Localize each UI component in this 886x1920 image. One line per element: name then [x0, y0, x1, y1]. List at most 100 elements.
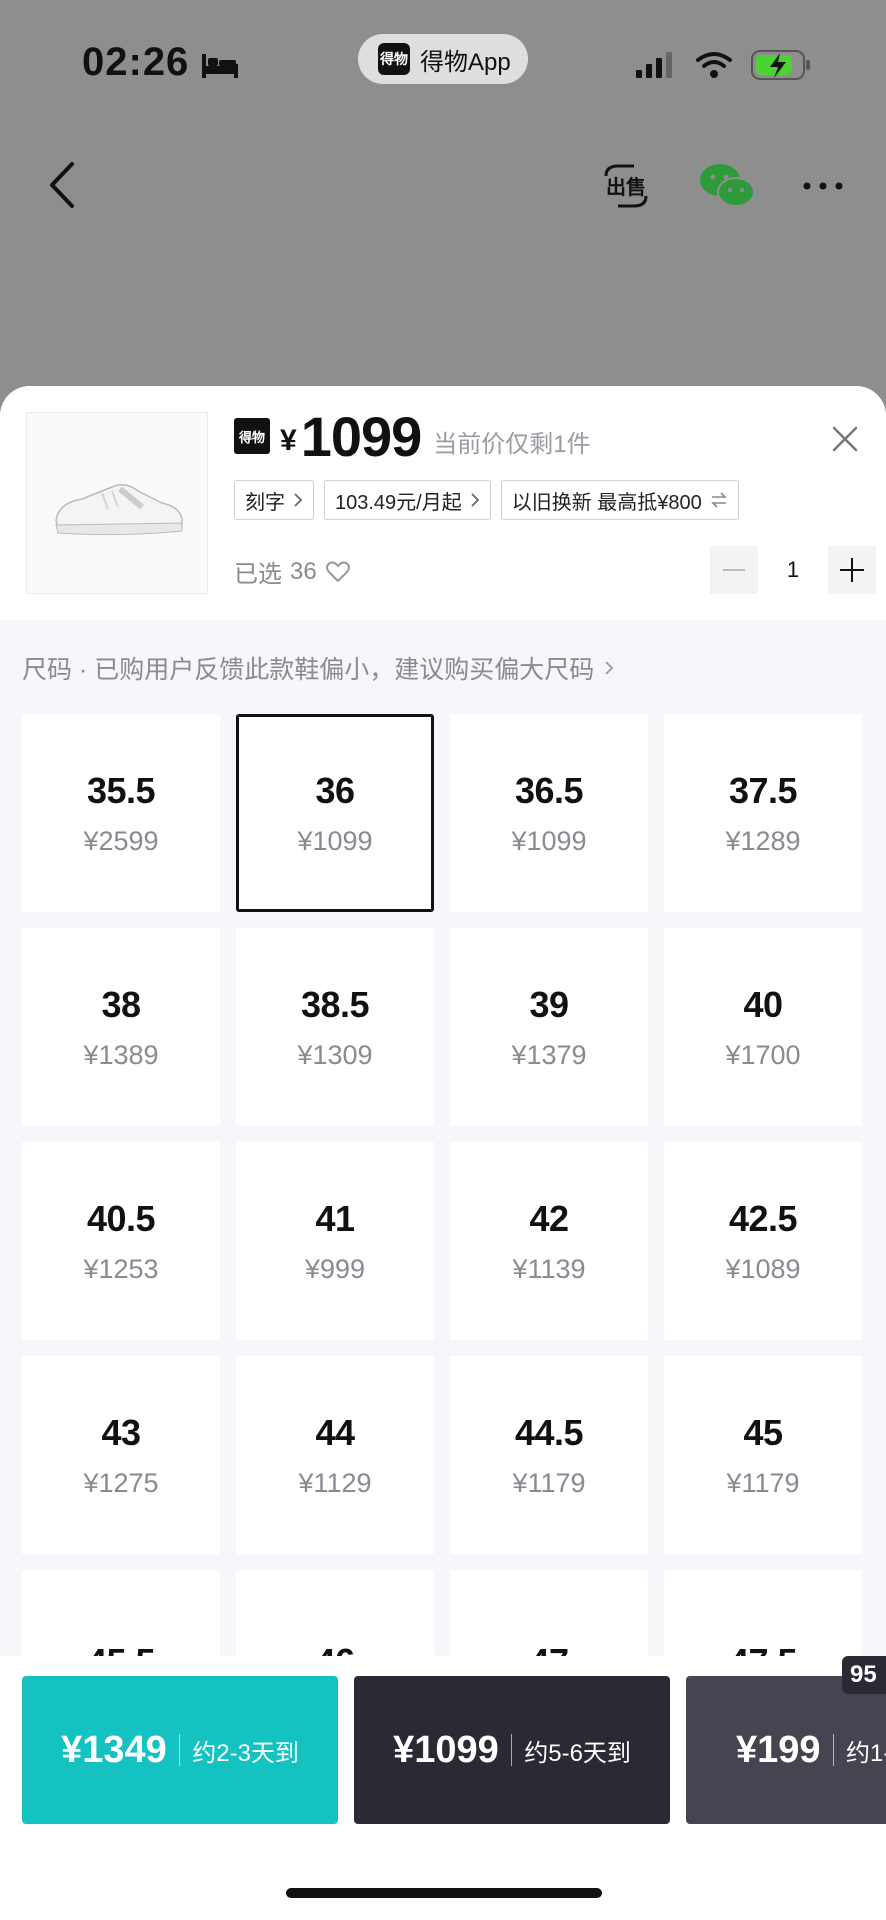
size-price: ¥1139: [512, 1253, 586, 1284]
size-option[interactable]: 36.5 ¥1099: [450, 714, 648, 912]
size-price: ¥1253: [83, 1253, 159, 1284]
app-name: 得物App: [420, 48, 511, 76]
buy-other-button[interactable]: ¥199 约1-: [686, 1676, 886, 1824]
size-option[interactable]: 42.5 ¥1089: [664, 1142, 862, 1340]
size-label: 38: [101, 983, 141, 1025]
size-price: ¥1099: [511, 825, 587, 856]
status-time: 02:26: [82, 40, 190, 84]
sell-icon[interactable]: 出售: [600, 162, 652, 210]
close-icon[interactable]: [828, 422, 862, 456]
service-tags: 刻字 103.49元/月起 以旧换新 最高抵¥800: [234, 480, 739, 520]
plus-icon: [840, 558, 864, 582]
heart-icon[interactable]: [325, 560, 351, 584]
bed-icon: [202, 54, 238, 78]
brand-logo: 得物: [234, 418, 270, 454]
tag-installment[interactable]: 103.49元/月起: [324, 480, 491, 520]
size-price: ¥1275: [83, 1467, 159, 1498]
quantity-increase-button[interactable]: [828, 546, 876, 594]
quantity-decrease-button[interactable]: [710, 546, 758, 594]
size-label: 39: [529, 983, 569, 1025]
battery-charging-icon: [751, 50, 810, 80]
size-price: ¥1289: [725, 825, 801, 856]
chevron-right-icon: [471, 493, 480, 507]
selected-size: 36: [290, 557, 317, 585]
signal-icon: [636, 52, 672, 78]
size-option[interactable]: 38 ¥1389: [22, 928, 220, 1126]
size-label: 44.5: [514, 1411, 584, 1453]
wechat-icon[interactable]: [698, 162, 756, 210]
buy-eta: 约5-6天到: [524, 1739, 631, 1767]
size-price: ¥1099: [297, 825, 373, 856]
size-option[interactable]: 44.5 ¥1179: [450, 1356, 648, 1554]
selected-summary: 已选 36: [234, 554, 351, 589]
size-label: 35.5: [86, 769, 156, 811]
size-label: 37.5: [728, 769, 798, 811]
divider: [510, 1734, 513, 1766]
size-option[interactable]: 39 ¥1379: [450, 928, 648, 1126]
size-price: ¥1700: [725, 1039, 801, 1070]
size-price: ¥1379: [511, 1039, 587, 1070]
size-price: ¥2599: [83, 825, 159, 856]
size-option[interactable]: 42 ¥1139: [450, 1142, 648, 1340]
product-summary: 得物 ¥ 1099 当前价仅剩1件 刻字 103.49元/月起 以旧换新 最高抵…: [0, 386, 886, 620]
size-label: 42.5: [728, 1197, 798, 1239]
size-price: ¥1129: [298, 1467, 372, 1498]
size-option[interactable]: 35.5 ¥2599: [22, 714, 220, 912]
stock-note: 当前价仅剩1件: [433, 430, 591, 458]
size-option[interactable]: 40 ¥1700: [664, 928, 862, 1126]
size-label: 43: [101, 1411, 141, 1453]
selected-prefix: 已选: [234, 561, 282, 588]
size-label: 38.5: [300, 983, 370, 1025]
size-price: ¥1389: [83, 1039, 159, 1070]
size-hint[interactable]: 尺码 · 已购用户反馈此款鞋偏小，建议购买偏大尺码: [22, 650, 614, 686]
size-price: ¥1089: [725, 1253, 801, 1284]
size-option[interactable]: 45 ¥1179: [664, 1356, 862, 1554]
divider: [832, 1734, 835, 1766]
buy-price: ¥1349: [61, 1728, 167, 1771]
buy-eta: 约1-: [846, 1739, 886, 1767]
size-option[interactable]: 38.5 ¥1309: [236, 928, 434, 1126]
app-switch-pill[interactable]: 得物 得物App: [358, 34, 528, 84]
chevron-right-icon: [294, 493, 303, 507]
buy-price: ¥1099: [393, 1728, 499, 1771]
price-row: 得物 ¥ 1099 当前价仅剩1件: [234, 400, 591, 472]
purchase-bar: ¥1349 约2-3天到 ¥1099 约5-6天到 ¥199 约1- 95: [0, 1656, 886, 1920]
size-option[interactable]: 41 ¥999: [236, 1142, 434, 1340]
quantity-value: 1: [786, 557, 800, 582]
chevron-right-icon: [605, 661, 614, 675]
size-label: 40.5: [86, 1197, 156, 1239]
size-option[interactable]: 37.5 ¥1289: [664, 714, 862, 912]
sneaker-image: [55, 484, 183, 536]
size-label: 36.5: [514, 769, 584, 811]
tag-label: 刻字: [245, 491, 285, 514]
back-icon[interactable]: [44, 158, 80, 212]
tag-engraving[interactable]: 刻字: [234, 480, 314, 520]
minus-icon: [723, 569, 745, 571]
size-label: 42: [529, 1197, 569, 1239]
app-logo: 得物: [378, 43, 410, 75]
size-label: 40: [743, 983, 783, 1025]
size-option[interactable]: 40.5 ¥1253: [22, 1142, 220, 1340]
more-icon[interactable]: [800, 168, 846, 204]
current-price: 1099: [300, 404, 423, 468]
condition-badge: 95: [842, 1656, 886, 1694]
size-label: 36: [315, 769, 355, 811]
size-label: 44: [315, 1411, 355, 1453]
buy-fast-button[interactable]: ¥1349 约2-3天到: [22, 1676, 338, 1824]
tag-label: 103.49元/月起: [335, 491, 462, 514]
size-hint-text: 尺码 · 已购用户反馈此款鞋偏小，建议购买偏大尺码: [22, 656, 595, 684]
size-option[interactable]: 44 ¥1129: [236, 1356, 434, 1554]
home-indicator[interactable]: [286, 1888, 602, 1898]
size-price: ¥999: [304, 1253, 366, 1284]
buy-normal-button[interactable]: ¥1099 约5-6天到: [354, 1676, 670, 1824]
size-option[interactable]: 43 ¥1275: [22, 1356, 220, 1554]
divider: [178, 1734, 181, 1766]
tag-label: 以旧换新 最高抵¥800: [511, 491, 702, 514]
size-option[interactable]: 36 ¥1099: [236, 714, 434, 912]
size-price: ¥1179: [726, 1467, 800, 1498]
buy-eta: 约2-3天到: [192, 1739, 299, 1767]
currency-symbol: ¥: [280, 424, 297, 457]
quantity-stepper: 1: [710, 546, 876, 594]
tag-trade-in[interactable]: 以旧换新 最高抵¥800: [500, 480, 739, 520]
product-image[interactable]: [26, 412, 208, 594]
